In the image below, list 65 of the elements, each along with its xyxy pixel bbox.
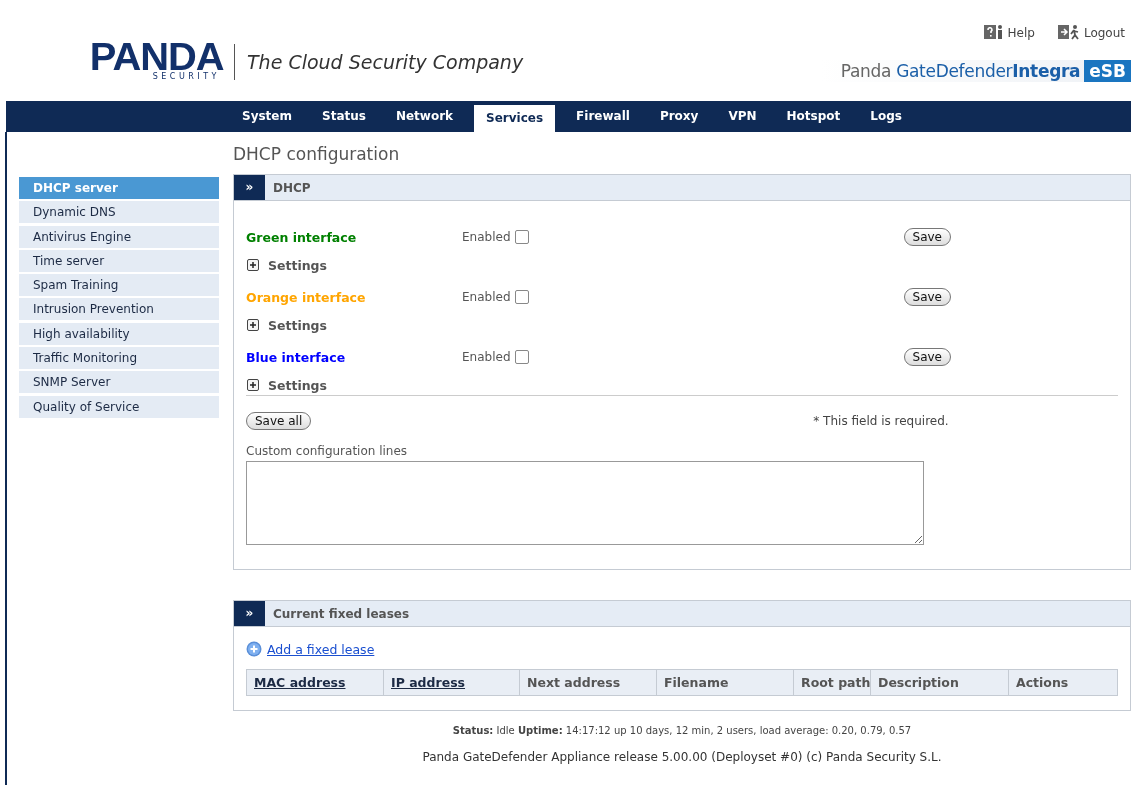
field-label: Custom configuration lines [246, 444, 409, 458]
enabled-label: Enabled [462, 230, 511, 244]
product-badge: eSB [1084, 60, 1131, 82]
nav-tab[interactable]: Services [474, 105, 556, 132]
interface-name: Orange interface [246, 289, 367, 305]
page-title: DHCP configuration [233, 144, 401, 164]
save-button[interactable]: Save [903, 288, 951, 306]
add-icon[interactable] [246, 641, 262, 657]
interface-name: Green interface [246, 229, 358, 245]
column-header[interactable]: MAC address [247, 670, 384, 695]
nav-tab[interactable]: Status [313, 101, 375, 132]
sidebar-item[interactable]: Dynamic DNS [19, 201, 219, 224]
toplink[interactable]: Logout [1056, 12, 1125, 40]
panel-toggle[interactable]: » [234, 601, 265, 626]
settings-toggle[interactable]: Settings [268, 257, 327, 273]
help-icon [982, 24, 1005, 40]
product-name: Panda GateDefenderIntegra [840, 61, 1081, 81]
settings-toggle[interactable]: Settings [268, 317, 327, 333]
tagline: The Cloud Security Company [234, 44, 524, 80]
enabled-label: Enabled [462, 290, 511, 304]
logo-subtitle: SECURITY [152, 72, 220, 82]
panel-title: DHCP [273, 180, 311, 195]
nav-tab[interactable]: Proxy [650, 101, 708, 132]
logout-icon [1056, 24, 1081, 40]
column-header[interactable]: IP address [384, 670, 520, 695]
sidebar-item[interactable]: Antivirus Engine [19, 225, 219, 248]
sidebar-item[interactable]: Time server [19, 249, 219, 272]
expand-icon[interactable] [247, 319, 259, 331]
toplink[interactable]: Help [982, 12, 1035, 40]
column-header: Description [871, 670, 1009, 695]
interface-name: Blue interface [246, 349, 347, 365]
save-all-button[interactable]: Save all [246, 412, 312, 430]
nav-tab[interactable]: Logs [861, 101, 911, 132]
column-header: Actions [1015, 674, 1070, 692]
column-header: Next address [520, 670, 657, 695]
footer-text: Panda GateDefender Appliance release 5.00.00 (Deployset #0) (c) Panda Security S.L. [421, 750, 943, 764]
status-line: Status: Idle Uptime: 14:17:12 up 10 days, 12 min, 2 users, load average: 0.20, 0.79, 0.57 [451, 725, 913, 736]
save-button[interactable]: Save [903, 348, 951, 366]
sidebar-item[interactable]: High availability [19, 322, 219, 345]
sidebar-item[interactable]: Traffic Monitoring [19, 347, 219, 370]
settings-toggle[interactable]: Settings [268, 377, 327, 393]
nav-tab[interactable]: Firewall [567, 101, 639, 132]
add-lease-link[interactable]: Add a fixed lease [267, 641, 375, 657]
enabled-checkbox[interactable] [514, 350, 529, 364]
custom-config-field[interactable] [246, 461, 924, 545]
sidebar-item[interactable]: SNMP Server [19, 371, 219, 394]
nav-tab[interactable]: Network [386, 101, 463, 132]
enabled-checkbox[interactable] [514, 290, 529, 304]
column-header: Root path [794, 670, 871, 695]
nav-tab[interactable]: Hotspot [777, 101, 850, 132]
panel-toggle[interactable]: » [234, 175, 265, 200]
panel-title: Current fixed leases [273, 606, 410, 621]
column-header: Filename [657, 670, 794, 695]
sidebar-item[interactable]: Spam Training [19, 274, 219, 297]
logo-wordmark: PANDA [89, 42, 224, 72]
expand-icon[interactable] [247, 379, 259, 391]
expand-icon[interactable] [247, 259, 259, 271]
required-note: * This field is required. [813, 414, 949, 428]
sidebar-item[interactable]: Quality of Service [19, 395, 219, 418]
nav-tab[interactable]: VPN [719, 101, 766, 132]
enabled-checkbox[interactable] [514, 230, 529, 244]
sidebar-item[interactable]: Intrusion Prevention [19, 298, 219, 321]
nav-tab[interactable]: System [233, 101, 301, 132]
enabled-label: Enabled [462, 350, 511, 364]
save-button[interactable]: Save [903, 228, 951, 246]
